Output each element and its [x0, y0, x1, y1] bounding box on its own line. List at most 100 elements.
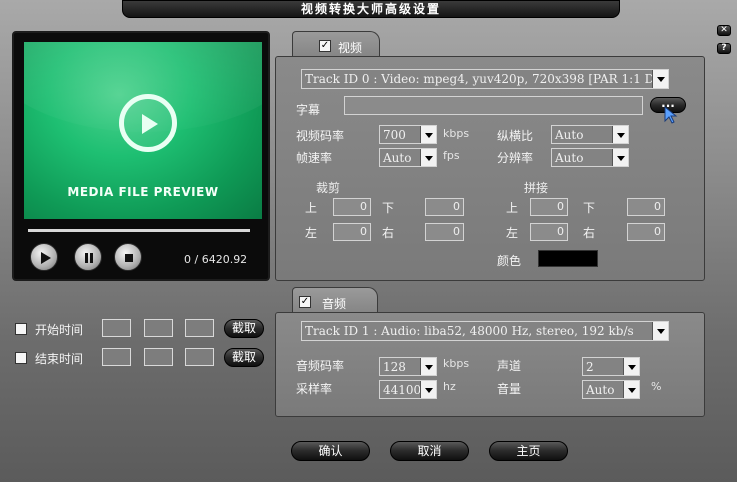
stop-icon	[125, 254, 133, 262]
preview-caption: MEDIA FILE PREVIEW	[67, 185, 219, 199]
crop-bottom-label: 下	[382, 201, 395, 215]
chevron-down-icon[interactable]	[420, 126, 436, 143]
aspect-ratio-select[interactable]: Auto	[551, 125, 629, 144]
pad-top-label: 上	[506, 201, 519, 215]
resolution-value: Auto	[555, 151, 584, 165]
frame-rate-select[interactable]: Auto	[379, 148, 437, 167]
video-panel	[275, 56, 705, 281]
channels-select[interactable]: 2	[582, 357, 640, 376]
crop-top-label: 上	[305, 201, 318, 215]
crop-right-input[interactable]: 0	[425, 223, 464, 241]
chevron-down-icon[interactable]	[420, 381, 436, 398]
video-bitrate-value: 700	[383, 128, 406, 142]
chevron-down-icon[interactable]	[612, 126, 628, 143]
video-tab-label: 视频	[338, 41, 363, 55]
resolution-select[interactable]: Auto	[551, 148, 629, 167]
audio-bitrate-select[interactable]: 128	[379, 357, 437, 376]
crop-right-label: 右	[382, 226, 395, 240]
crop-bottom-input[interactable]: 0	[425, 198, 464, 216]
sample-rate-select[interactable]: 44100	[379, 380, 437, 399]
video-track-select[interactable]: Track ID 0 : Video: mpeg4, yuv420p, 720x…	[301, 69, 669, 89]
video-bitrate-unit: kbps	[443, 127, 470, 140]
capture-end-button[interactable]: 截取	[224, 348, 264, 367]
pad-top-input[interactable]: 0	[530, 198, 568, 216]
close-icon[interactable]: ✕	[717, 25, 731, 36]
chevron-down-icon[interactable]	[623, 358, 639, 375]
pad-color-swatch[interactable]	[538, 250, 598, 267]
stop-button[interactable]	[114, 243, 142, 271]
preview-play-icon[interactable]	[119, 94, 177, 152]
audio-bitrate-value: 128	[383, 360, 406, 374]
resolution-label: 分辨率	[497, 151, 534, 165]
chevron-down-icon[interactable]	[623, 381, 639, 398]
start-time-label: 开始时间	[35, 323, 84, 337]
preview-screen: MEDIA FILE PREVIEW	[24, 42, 262, 219]
pad-right-input[interactable]: 0	[627, 223, 665, 241]
sample-rate-value: 44100	[383, 383, 422, 397]
crop-left-input[interactable]: 0	[333, 223, 371, 241]
audio-enable-checkbox[interactable]: ✓	[299, 296, 311, 308]
pad-bottom-label: 下	[583, 201, 596, 215]
start-hour-input[interactable]	[102, 319, 131, 337]
aspect-ratio-value: Auto	[555, 128, 584, 142]
tab-video[interactable]: ✓ 视频	[292, 31, 380, 57]
channels-value: 2	[586, 360, 594, 374]
volume-unit: %	[651, 380, 662, 393]
chevron-down-icon[interactable]	[652, 70, 668, 88]
pad-left-input[interactable]: 0	[530, 223, 568, 241]
video-bitrate-select[interactable]: 700	[379, 125, 437, 144]
frame-rate-label: 帧速率	[296, 151, 333, 165]
audio-bitrate-label: 音频码率	[296, 359, 345, 373]
pad-color-label: 颜色	[497, 254, 522, 268]
chevron-down-icon[interactable]	[420, 149, 436, 166]
tab-audio[interactable]: ✓ 音频	[292, 287, 378, 313]
pause-button[interactable]	[74, 243, 102, 271]
end-time-checkbox[interactable]	[15, 352, 27, 364]
start-minute-input[interactable]	[144, 319, 173, 337]
subtitle-label: 字幕	[296, 103, 321, 117]
sample-rate-unit: hz	[443, 380, 456, 393]
volume-value: Auto	[586, 383, 615, 397]
video-bitrate-label: 视频码率	[296, 129, 345, 143]
start-time-checkbox[interactable]	[15, 323, 27, 335]
end-time-label: 结束时间	[35, 352, 84, 366]
crop-title: 裁剪	[316, 181, 341, 195]
time-readout: 0 / 6420.92	[184, 253, 248, 266]
play-button[interactable]	[30, 243, 58, 271]
volume-select[interactable]: Auto	[582, 380, 640, 399]
chevron-down-icon[interactable]	[652, 322, 668, 340]
end-hour-input[interactable]	[102, 348, 131, 366]
aspect-ratio-label: 纵横比	[497, 129, 534, 143]
pad-left-label: 左	[506, 226, 519, 240]
seek-bar[interactable]	[28, 229, 250, 232]
cancel-button[interactable]: 取消	[390, 441, 469, 461]
audio-track-select[interactable]: Track ID 1 : Audio: liba52, 48000 Hz, st…	[301, 321, 669, 341]
frame-rate-value: Auto	[383, 151, 412, 165]
channels-label: 声道	[497, 359, 522, 373]
audio-bitrate-unit: kbps	[443, 357, 470, 370]
capture-start-button[interactable]: 截取	[224, 319, 264, 338]
play-icon	[41, 252, 51, 264]
pause-icon	[85, 253, 93, 263]
subtitle-input[interactable]	[344, 96, 643, 115]
video-track-value: Track ID 0 : Video: mpeg4, yuv420p, 720x…	[305, 72, 668, 86]
window-title: 视频转换大师高级设置	[122, 0, 620, 18]
frame-rate-unit: fps	[443, 149, 460, 162]
mouse-cursor-icon	[664, 106, 678, 124]
end-second-input[interactable]	[185, 348, 214, 366]
crop-top-input[interactable]: 0	[333, 198, 371, 216]
media-preview-player: MEDIA FILE PREVIEW 0 / 6420.92	[12, 31, 270, 281]
chevron-down-icon[interactable]	[612, 149, 628, 166]
ok-button[interactable]: 确认	[291, 441, 370, 461]
pad-title: 拼接	[524, 181, 549, 195]
pad-right-label: 右	[583, 226, 596, 240]
crop-left-label: 左	[305, 226, 318, 240]
help-icon[interactable]: ?	[717, 43, 731, 54]
pad-bottom-input[interactable]: 0	[627, 198, 665, 216]
end-minute-input[interactable]	[144, 348, 173, 366]
home-button[interactable]: 主页	[489, 441, 568, 461]
sample-rate-label: 采样率	[296, 382, 333, 396]
start-second-input[interactable]	[185, 319, 214, 337]
chevron-down-icon[interactable]	[420, 358, 436, 375]
video-enable-checkbox[interactable]: ✓	[319, 40, 331, 52]
